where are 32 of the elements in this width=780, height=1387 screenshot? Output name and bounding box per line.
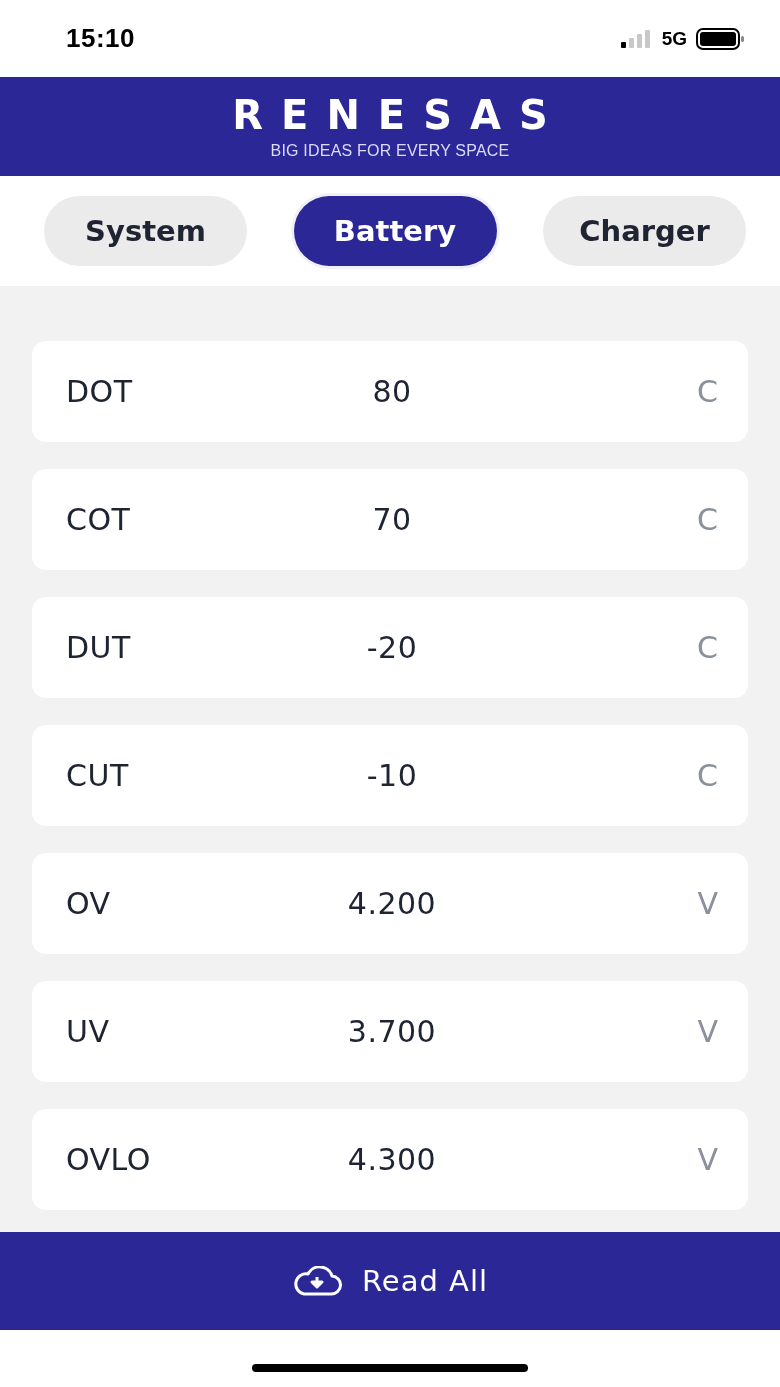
parameter-value: 4.200: [347, 886, 437, 921]
parameter-value: 70: [372, 502, 412, 537]
cloud-download-icon: [291, 1266, 342, 1296]
parameter-unit: C: [697, 630, 718, 665]
logo-wordmark: RENESAS: [232, 92, 566, 137]
parameter-unit: C: [697, 502, 718, 537]
parameter-value: -20: [366, 630, 418, 665]
read-all-button[interactable]: Read All: [0, 1232, 780, 1330]
signal-icon: [620, 29, 653, 48]
parameter-value: 3.700: [347, 1014, 437, 1049]
parameter-name: CUT: [66, 758, 129, 793]
parameter-unit: V: [697, 886, 718, 921]
parameter-unit: V: [697, 1014, 718, 1049]
parameter-unit: C: [697, 374, 718, 409]
parameter-value: -10: [366, 758, 418, 793]
tab[interactable]: Battery: [293, 196, 497, 266]
status-time: 15:10: [66, 23, 135, 54]
parameter-value: 80: [372, 374, 412, 409]
parameter-name: OV: [66, 886, 111, 921]
parameter-name: UV: [66, 1014, 110, 1049]
parameter-name: DOT: [66, 374, 133, 409]
parameter-name: COT: [66, 502, 131, 537]
tab[interactable]: System: [44, 196, 247, 266]
network-type: 5G: [661, 27, 687, 50]
parameter-unit: C: [697, 758, 718, 793]
parameter-name: OVLO: [66, 1142, 151, 1177]
logo-tagline: BIG IDEAS FOR EVERY SPACE: [270, 140, 510, 161]
battery-icon: [696, 27, 744, 50]
tab[interactable]: Charger: [543, 196, 746, 266]
parameter-value: 4.300: [347, 1142, 437, 1177]
parameter-unit: V: [697, 1142, 718, 1177]
parameter-name: DUT: [66, 630, 131, 665]
